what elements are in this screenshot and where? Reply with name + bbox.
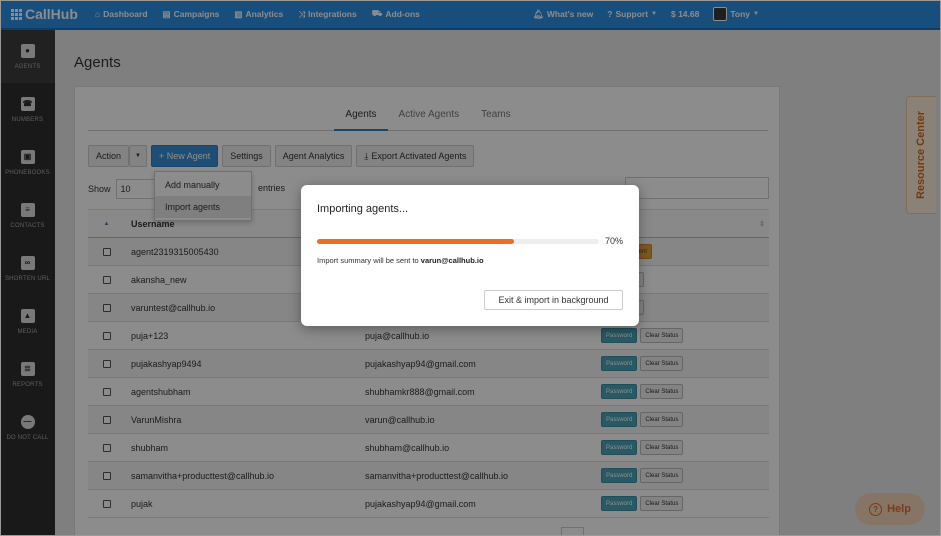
progress-bar <box>317 239 599 244</box>
import-progress-modal: Importing agents... 70% Import summary w… <box>301 185 639 326</box>
summary-email: varun@callhub.io <box>420 256 484 265</box>
progress-percent: 70% <box>605 236 624 246</box>
progress-fill <box>317 239 515 244</box>
import-summary-message: Import summary will be sent to varun@cal… <box>317 256 484 265</box>
modal-title: Importing agents... <box>317 203 409 215</box>
exit-import-background-button[interactable]: Exit & import in background <box>484 290 623 310</box>
